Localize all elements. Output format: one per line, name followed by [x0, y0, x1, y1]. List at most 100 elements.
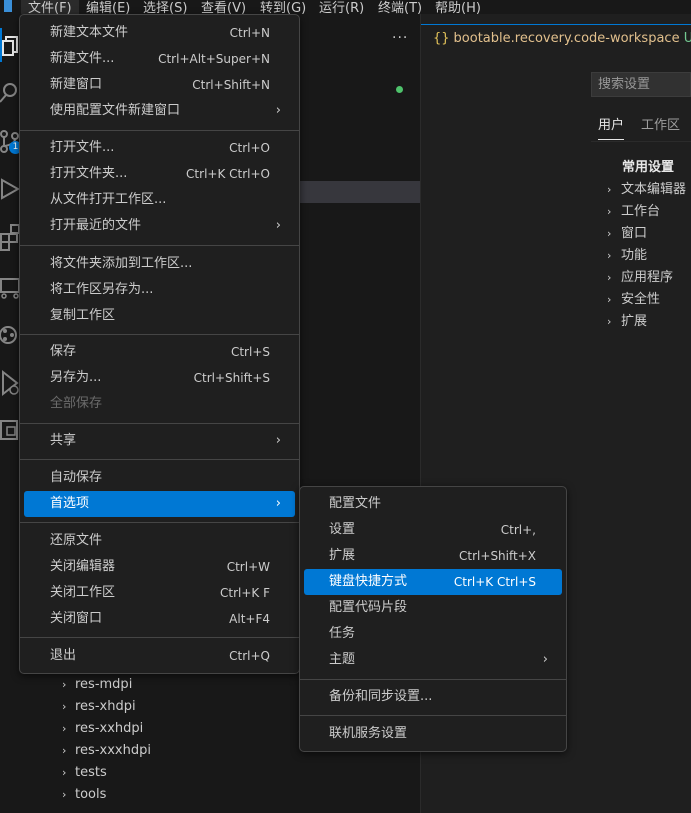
tree-item-label: res-xhdpi — [75, 699, 136, 714]
menu-item-open-workspace-from-file[interactable]: 从文件打开工作区... — [24, 187, 295, 213]
more-actions-icon[interactable]: ··· — [392, 30, 408, 46]
menu-item-settings[interactable]: 设置 Ctrl+, — [304, 517, 562, 543]
menu-item-duplicate-workspace[interactable]: 复制工作区 — [24, 303, 295, 329]
remote-explorer-icon[interactable] — [0, 270, 20, 304]
menu-item-new-file[interactable]: 新建文件... Ctrl+Alt+Super+N — [24, 46, 295, 72]
settings-item-window[interactable]: › 窗口 — [607, 222, 647, 241]
testing-icon[interactable] — [0, 366, 20, 400]
menu-item-preferences[interactable]: 首选项 › — [24, 491, 295, 517]
menu-item-label: 扩展 — [329, 548, 356, 563]
menu-bar: 文件(F) 编辑(E) 选择(S) 查看(V) 转到(G) 运行(R) 终端(T… — [0, 0, 691, 16]
menu-item-shortcut: Ctrl+S — [230, 345, 270, 359]
chevron-right-icon: › — [607, 183, 612, 196]
menu-item-new-window-with-profile[interactable]: 使用配置文件新建窗口 › — [24, 98, 295, 124]
extensions-icon[interactable] — [0, 220, 20, 254]
menu-item-label: 打开文件夹... — [50, 166, 128, 181]
menu-item-online-services-settings[interactable]: 联机服务设置 — [304, 721, 562, 747]
tree-item-label: res-mdpi — [75, 677, 133, 692]
tab-workspace[interactable]: 工作区 — [641, 114, 680, 133]
tree-folder-tests[interactable]: › tests — [62, 762, 107, 784]
menu-separator — [20, 130, 299, 131]
menu-item-label: 任务 — [329, 626, 356, 641]
menu-item-share[interactable]: 共享 › — [24, 428, 295, 454]
settings-section-title[interactable]: 常用设置 — [622, 156, 674, 175]
menu-item-save-as[interactable]: 另存为... Ctrl+Shift+S — [24, 365, 295, 391]
menu-item-label: 配置文件 — [329, 496, 382, 511]
menu-item-label: 关闭编辑器 — [50, 559, 116, 574]
menu-separator — [20, 522, 299, 523]
menu-item-close-window[interactable]: 关闭窗口 Alt+F4 — [24, 606, 295, 632]
settings-item-label: 窗口 — [621, 226, 648, 241]
menu-item-auto-save[interactable]: 自动保存 — [24, 465, 295, 491]
menu-item-add-folder-to-workspace[interactable]: 将文件夹添加到工作区... — [24, 251, 295, 277]
settings-item-security[interactable]: › 安全性 — [607, 288, 660, 307]
menu-item-save-all[interactable]: 全部保存 — [24, 391, 295, 417]
menu-item-label: 从文件打开工作区... — [50, 192, 167, 207]
menu-item-configure-snippets[interactable]: 配置代码片段 — [304, 595, 562, 621]
settings-item-workbench[interactable]: › 工作台 — [607, 200, 660, 219]
menu-item-backup-sync-settings[interactable]: 备份和同步设置... — [304, 684, 562, 710]
menu-separator — [20, 637, 299, 638]
menu-item-open-folder[interactable]: 打开文件夹... Ctrl+K Ctrl+O — [24, 161, 295, 187]
menu-item-label: 联机服务设置 — [329, 726, 408, 741]
settings-item-label: 应用程序 — [621, 270, 674, 285]
menu-item-open-file[interactable]: 打开文件... Ctrl+O — [24, 135, 295, 161]
menu-item-shortcut: Ctrl+Shift+X — [459, 549, 536, 563]
settings-item-application[interactable]: › 应用程序 — [607, 266, 673, 285]
chevron-right-icon: › — [275, 103, 281, 118]
tree-folder-res-xxxhdpi[interactable]: › res-xxxhdpi — [62, 740, 151, 762]
settings-item-label: 工作台 — [621, 204, 661, 219]
menu-item-label: 复制工作区 — [50, 308, 116, 323]
menu-item-label: 保存 — [50, 344, 77, 359]
settings-tabs-divider — [591, 141, 691, 142]
menu-item-label: 新建文件... — [50, 51, 115, 66]
tab-filename: bootable.recovery.code-workspace — [453, 31, 680, 46]
chevron-right-icon: › — [62, 744, 67, 757]
chevron-right-icon: › — [275, 496, 281, 511]
settings-item-features[interactable]: › 功能 — [607, 244, 647, 263]
tab-user[interactable]: 用户 — [598, 114, 625, 140]
settings-item-label: 文本编辑器 — [621, 182, 687, 197]
settings-item-label: 安全性 — [621, 292, 661, 307]
tree-folder-res-xhdpi[interactable]: › res-xhdpi — [62, 696, 136, 718]
menu-item-profiles[interactable]: 配置文件 — [304, 491, 562, 517]
menu-item-shortcut: Ctrl+Alt+Super+N — [158, 52, 270, 66]
chevron-right-icon: › — [607, 271, 612, 284]
menu-item-tasks[interactable]: 任务 — [304, 621, 562, 647]
menu-item-new-text-file[interactable]: 新建文本文件 Ctrl+N — [24, 20, 295, 46]
menu-item-themes[interactable]: 主题 › — [304, 647, 562, 673]
settings-search-input[interactable]: 搜索设置 — [591, 72, 691, 97]
menu-item-save[interactable]: 保存 Ctrl+S — [24, 339, 295, 365]
editor-tab-label[interactable]: {} bootable.recovery.code-workspace U — [433, 31, 691, 46]
settings-item-extensions[interactable]: › 扩展 — [607, 310, 647, 329]
menu-separator — [20, 334, 299, 335]
menu-item-extensions[interactable]: 扩展 Ctrl+Shift+X — [304, 543, 562, 569]
menu-item-keyboard-shortcuts[interactable]: 键盘快捷方式 Ctrl+K Ctrl+S — [304, 569, 562, 595]
search-icon[interactable] — [0, 76, 20, 110]
git-graph-icon[interactable] — [0, 318, 20, 352]
preferences-submenu: 配置文件 设置 Ctrl+, 扩展 Ctrl+Shift+X 键盘快捷方式 Ctrl+… — [299, 486, 567, 752]
chevron-right-icon: › — [275, 218, 281, 233]
menu-item-revert-file[interactable]: 还原文件 — [24, 528, 295, 554]
tree-item-label: tools — [75, 787, 107, 802]
menu-item-shortcut: Ctrl+, — [500, 523, 536, 537]
menu-item-shortcut: Ctrl+O — [229, 141, 270, 155]
menu-item-new-window[interactable]: 新建窗口 Ctrl+Shift+N — [24, 72, 295, 98]
remote-icon[interactable] — [0, 414, 20, 448]
menu-separator — [20, 423, 299, 424]
menu-item-open-recent[interactable]: 打开最近的文件 › — [24, 213, 295, 239]
menu-item-save-workspace-as[interactable]: 将工作区另存为... — [24, 277, 295, 303]
run-debug-icon[interactable] — [0, 172, 20, 206]
selected-tree-row[interactable] — [300, 181, 420, 203]
tree-folder-res-xxhdpi[interactable]: › res-xxhdpi — [62, 718, 143, 740]
tree-item-label: res-xxhdpi — [75, 721, 144, 736]
tree-folder-tools[interactable]: › tools — [62, 784, 106, 806]
chevron-right-icon: › — [62, 788, 67, 801]
menu-item-shortcut: Ctrl+K F — [220, 586, 270, 600]
menu-help[interactable]: 帮助(H) — [435, 0, 481, 16]
tree-folder-res-mdpi[interactable]: › res-mdpi — [62, 674, 132, 696]
menu-item-close-editor[interactable]: 关闭编辑器 Ctrl+W — [24, 554, 295, 580]
menu-item-close-workspace[interactable]: 关闭工作区 Ctrl+K F — [24, 580, 295, 606]
menu-item-exit[interactable]: 退出 Ctrl+Q — [24, 643, 295, 669]
settings-item-text-editor[interactable]: › 文本编辑器 — [607, 178, 686, 197]
